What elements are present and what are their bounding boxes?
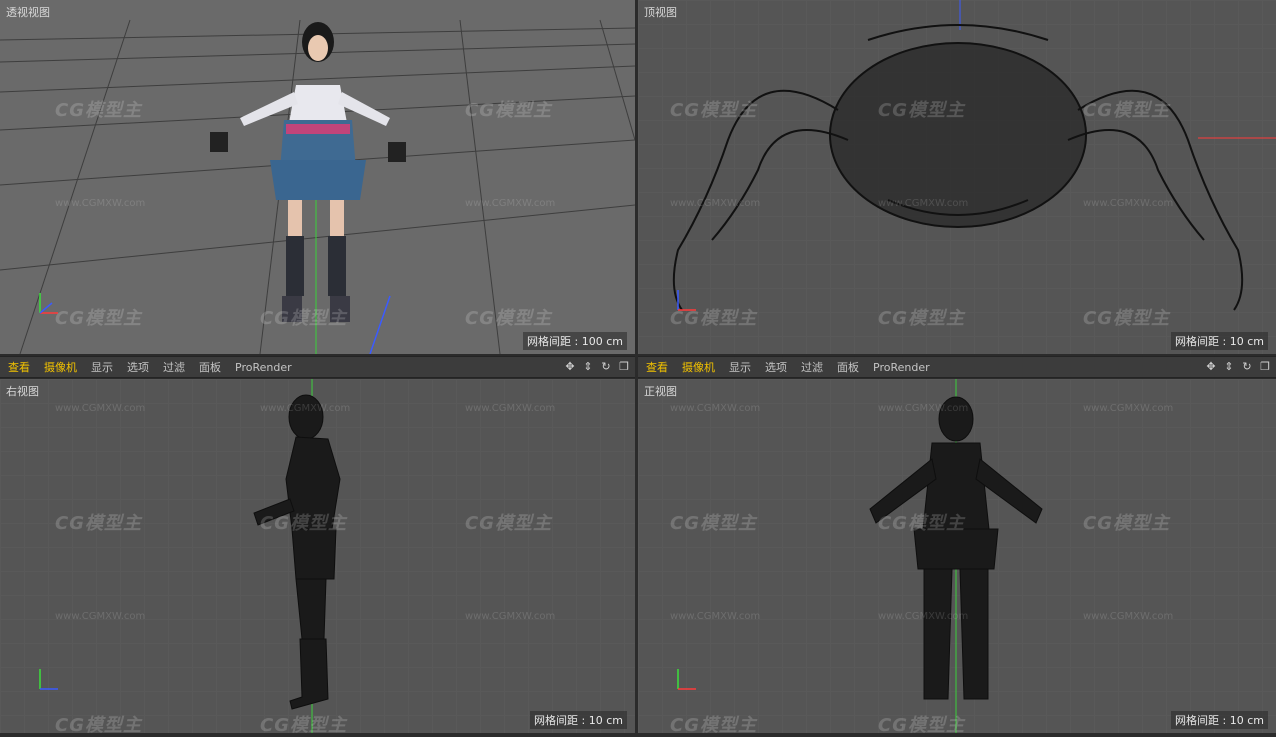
watermark-logo: CG模型主 [260,308,347,329]
watermark-logo: CG模型主 [260,715,347,733]
watermark-logo: CG模型主 [1083,513,1170,534]
watermark-url: www.CGMXW.com [1083,611,1174,622]
grid-spacing-label: 网格间距 : 10 cm [1171,332,1268,350]
axis-gizmo-right [39,669,58,690]
watermark-logo: CG模型主 [670,513,757,534]
menu-display[interactable]: 显示 [91,359,113,375]
maximize-icon[interactable]: ❐ [1258,359,1272,373]
menu-display[interactable]: 显示 [729,359,751,375]
watermark-logo: CG模型主 [670,100,757,121]
watermark-url: www.CGMXW.com [878,611,969,622]
right-viewport[interactable]: 右视图 CG模型主 CG模型主 CG模型主 CG模型主 CG模型主 www.CG… [0,379,635,733]
viewport-title: 正视图 [644,385,677,398]
character-wireframe-top [672,24,1244,311]
maximize-icon[interactable]: ❐ [617,359,631,373]
grid-spacing-label: 网格间距 : 10 cm [1171,711,1268,729]
watermark-url: www.CGMXW.com [465,403,556,414]
menu-camera[interactable]: 摄像机 [682,359,715,375]
watermark-url: www.CGMXW.com [878,403,969,414]
watermark-logo: CG模型主 [465,513,552,534]
menu-options[interactable]: 选项 [765,359,787,375]
character-model-textured [210,22,406,322]
scroll-arrows-icon[interactable]: ⇕ [581,359,595,373]
watermark-url: www.CGMXW.com [878,198,969,209]
menu-filter[interactable]: 过滤 [163,359,185,375]
watermark-url: www.CGMXW.com [465,198,556,209]
menu-camera[interactable]: 摄像机 [44,359,77,375]
watermark-url: www.CGMXW.com [55,198,146,209]
watermark-logo: CG模型主 [1083,308,1170,329]
watermark-logo: CG模型主 [55,100,142,121]
watermark-logo: CG模型主 [878,308,965,329]
menu-prorender[interactable]: ProRender [873,361,930,374]
watermark-url: www.CGMXW.com [260,403,351,414]
watermark-logo: CG模型主 [465,308,552,329]
watermark-url: www.CGMXW.com [670,403,761,414]
menu-view[interactable]: 查看 [8,359,30,375]
c4d-four-view-layout: 透视视图 CG模型主 CG模型主 CG模型主 CG模型主 CG模型主 www.C… [0,0,1276,737]
menu-panel[interactable]: 面板 [199,359,221,375]
watermark-url: www.CGMXW.com [465,611,556,622]
viewport-nav-icons: ✥ ⇕ ↻ ❐ [1204,359,1272,373]
perspective-grid [0,19,635,354]
scroll-arrows-icon[interactable]: ⇕ [1222,359,1236,373]
watermark-url: www.CGMXW.com [670,198,761,209]
grid-spacing-label: 网格间距 : 100 cm [523,332,627,350]
watermark-logo: CG模型主 [878,715,965,733]
viewport-nav-icons: ✥ ⇕ ↻ ❐ [563,359,631,373]
viewport-title: 右视图 [6,385,39,398]
top-view-wireframe [672,0,1276,311]
watermark-url: www.CGMXW.com [55,611,146,622]
menu-prorender[interactable]: ProRender [235,361,292,374]
rotate-icon[interactable]: ↻ [1240,359,1254,373]
grid-spacing-label: 网格间距 : 10 cm [530,711,627,729]
watermark-logo: CG模型主 [670,715,757,733]
menu-view[interactable]: 查看 [646,359,668,375]
watermark-logo: CG模型主 [260,513,347,534]
axis-gizmo-front [677,669,696,690]
right-view-wireframe [39,379,341,733]
viewport-menu-bar-left: 查看 摄像机 显示 选项 过滤 面板 ProRender ✥ ⇕ ↻ ❐ [0,356,635,378]
viewport-title: 透视视图 [6,6,50,19]
watermark-url: www.CGMXW.com [1083,198,1174,209]
perspective-viewport[interactable]: 透视视图 CG模型主 CG模型主 CG模型主 CG模型主 CG模型主 www.C… [0,0,635,354]
watermark-url: www.CGMXW.com [670,611,761,622]
watermark-logo: CG模型主 [878,513,965,534]
watermark-logo: CG模型主 [55,308,142,329]
front-view-wireframe [677,379,1043,733]
watermark-logo: CG模型主 [670,308,757,329]
front-viewport[interactable]: 正视图 CG模型主 CG模型主 CG模型主 CG模型主 CG模型主 www.CG… [638,379,1276,733]
viewport-menu-bar-right: 查看 摄像机 显示 选项 过滤 面板 ProRender ✥ ⇕ ↻ ❐ [638,356,1276,378]
watermark-logo: CG模型主 [465,100,552,121]
top-viewport[interactable]: 顶视图 CG模型主 CG模型主 CG模型主 CG模型主 CG模型主 CG模型主 … [638,0,1276,354]
menu-options[interactable]: 选项 [127,359,149,375]
watermark-logo: CG模型主 [1083,100,1170,121]
menu-panel[interactable]: 面板 [837,359,859,375]
watermark-url: www.CGMXW.com [1083,403,1174,414]
watermark-logo: CG模型主 [878,100,965,121]
watermark-logo: CG模型主 [55,715,142,733]
move-icon[interactable]: ✥ [563,359,577,373]
watermark-logo: CG模型主 [55,513,142,534]
rotate-icon[interactable]: ↻ [599,359,613,373]
watermark-url: www.CGMXW.com [55,403,146,414]
viewport-title: 顶视图 [644,6,677,19]
character-wireframe-side [253,394,341,710]
menu-filter[interactable]: 过滤 [801,359,823,375]
move-icon[interactable]: ✥ [1204,359,1218,373]
